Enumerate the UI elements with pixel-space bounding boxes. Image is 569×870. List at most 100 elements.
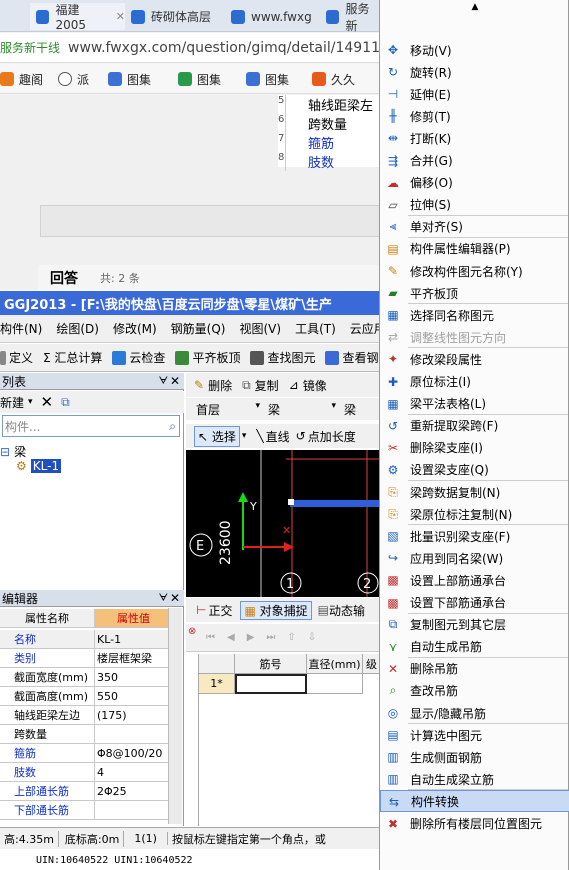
url-text[interactable]: www.fwxgx.com/question/gimq/detail/14911… [68, 40, 417, 56]
summary-calc-button[interactable]: Σ 汇总计算 [43, 349, 102, 366]
property-value[interactable]: 4 [95, 763, 170, 781]
menu-view[interactable]: 视图(V) [239, 320, 281, 337]
property-value[interactable]: (175) [95, 706, 170, 724]
tree-node-kl1[interactable]: ⚙ KL-1 [16, 459, 62, 473]
close-icon[interactable]: ✕ [116, 10, 125, 23]
copy-button[interactable]: 复制 [255, 377, 279, 394]
component-search-input[interactable]: 构件... ⌕ [2, 415, 180, 437]
property-scrollbar[interactable] [168, 608, 182, 824]
close-icon[interactable]: ✕ [170, 591, 180, 605]
pin-icon[interactable]: ᗄ [159, 376, 168, 387]
tree-node-beam[interactable]: ⊟ 梁 [0, 443, 26, 460]
menu-item[interactable]: ⎘ 梁跨数据复制(N) [380, 481, 569, 503]
cloud-check-button[interactable]: 云检查 [112, 349, 165, 366]
delete-icon[interactable]: ✕ [41, 393, 54, 411]
navigation-icon[interactable]: ⏮◀▶⏭⇧⇩ [206, 632, 328, 643]
dynamic-input-toggle[interactable]: 动态输 [329, 602, 365, 619]
menu-item[interactable]: ⇶ 合并(G) [380, 150, 569, 172]
chevron-down-icon[interactable]: ▾ [242, 431, 247, 441]
bookmark-item[interactable]: 久久 [312, 70, 355, 88]
menu-item[interactable]: ✥ 移动(V) [380, 39, 569, 61]
type-select[interactable]: 梁 ▾ [268, 401, 336, 418]
menu-item[interactable]: ▧ 批量识别梁支座(F) [380, 525, 569, 547]
property-value[interactable]: KL-1 [95, 630, 170, 648]
menu-item[interactable]: ⫷ 单对齐(S) [380, 216, 569, 238]
menu-item[interactable]: ⋎ 自动生成吊筋 [380, 636, 569, 658]
menu-item[interactable]: ▰ 平齐板顶 [380, 282, 569, 304]
browser-tab[interactable]: 服务新 [320, 2, 380, 33]
bookmark-item[interactable]: 图集 [246, 70, 289, 88]
menu-modify[interactable]: 修改(M) [113, 320, 157, 337]
menu-item[interactable]: ✕ 删除吊筋 [380, 658, 569, 680]
bookmark-item[interactable]: 趣阁 [0, 70, 43, 88]
mirror-button[interactable]: 镜像 [303, 377, 327, 394]
menu-tools[interactable]: 工具(T) [295, 320, 336, 337]
table-row[interactable]: 类别 楼层框架梁 [0, 649, 170, 668]
define-button[interactable]: 定义 [0, 349, 33, 366]
table-row[interactable]: 下部通长筋 [0, 801, 170, 820]
menu-item[interactable]: ⎘ 梁原位标注复制(N) [380, 503, 569, 525]
browser-tab[interactable]: 砖砌体高层 [125, 3, 225, 30]
menu-rebar[interactable]: 钢筋量(Q) [171, 320, 226, 337]
menu-item[interactable]: ▥ 生成侧面钢筋 [380, 746, 569, 768]
delete-button[interactable]: 删除 [208, 377, 232, 394]
table-row[interactable]: 跨数量 [0, 725, 170, 744]
browser-tab[interactable]: 福建2005 ✕ [30, 3, 125, 32]
select-button[interactable]: ↖ 选择 [194, 425, 240, 447]
property-value[interactable] [95, 725, 170, 743]
menu-item[interactable]: ☁ 偏移(O) [380, 172, 569, 194]
menu-item[interactable]: ⚙ 设置梁支座(Q) [380, 459, 569, 481]
flush-slab-button[interactable]: 平齐板顶 [175, 349, 240, 366]
property-value[interactable]: 550 [95, 687, 170, 705]
browser-tab[interactable]: www.fwxg [225, 3, 320, 30]
orthogonal-toggle[interactable]: 正交 [208, 602, 232, 619]
menu-item[interactable]: ↪ 应用到同名梁(W) [380, 547, 569, 569]
bookmark-item[interactable]: 派 [58, 70, 89, 88]
menu-component[interactable]: 构件(N) [0, 320, 42, 337]
pin-icon[interactable]: ᗄ [159, 593, 168, 604]
table-row[interactable]: 截面高度(mm) 550 [0, 687, 170, 706]
menu-item[interactable]: ✖ 删除所有楼层同位置图元 [380, 813, 569, 835]
property-value[interactable] [95, 801, 170, 819]
chevron-down-icon[interactable]: ▾ [28, 397, 33, 407]
grid-cell[interactable] [235, 674, 307, 694]
menu-item[interactable]: ⇆ 构件转换 [380, 790, 569, 813]
point-length-button[interactable]: 点加长度 [308, 428, 356, 445]
grid-cell[interactable] [307, 674, 363, 694]
property-value[interactable]: 楼层框架梁 [95, 649, 170, 667]
menu-item[interactable]: ▤ 构件属性编辑器(P) [380, 238, 569, 260]
menu-item[interactable]: ▤ 计算选中图元 [380, 724, 569, 746]
menu-item[interactable]: ⌕ 查改吊筋 [380, 680, 569, 702]
view-rebar-button[interactable]: 查看钢 [325, 349, 378, 366]
drawing-canvas[interactable]: Y ✕ E 23600 1 2 [186, 450, 380, 597]
table-row[interactable]: 名称 KL-1 [0, 630, 170, 649]
menu-item[interactable]: ▥ 自动生成梁立筋 [380, 768, 569, 790]
object-snap-toggle[interactable]: ▦ 对象捕捉 [240, 600, 312, 620]
table-row[interactable]: 上部通长筋 2Φ25 [0, 782, 170, 801]
menu-item[interactable]: ↺ 重新提取梁跨(F) [380, 415, 569, 437]
property-value[interactable]: Φ8@100/20 [95, 744, 170, 762]
scroll-up-icon[interactable]: ▲ [380, 2, 569, 12]
row-header[interactable]: 1* [199, 674, 235, 694]
menu-item[interactable]: ▱ 拉伸(S) [380, 194, 569, 216]
table-row[interactable]: 肢数 4 [0, 763, 170, 782]
menu-item[interactable]: ↻ 旋转(R) [380, 61, 569, 83]
menu-item[interactable]: ✂ 删除梁支座(I) [380, 437, 569, 459]
menu-item[interactable]: ▩ 设置上部筋通承台 [380, 569, 569, 591]
copy-icon[interactable]: ⧉ [61, 395, 70, 410]
find-element-button[interactable]: 查找图元 [250, 349, 315, 366]
line-button[interactable]: 直线 [266, 428, 290, 445]
menu-item[interactable]: ✦ 修改梁段属性 [380, 348, 569, 370]
close-icon[interactable]: ✕ [170, 374, 180, 388]
menu-item[interactable]: ✚ 原位标注(I) [380, 371, 569, 393]
table-row[interactable]: 轴线距梁左边 (175) [0, 706, 170, 725]
menu-item[interactable]: ▩ 设置下部筋通承台 [380, 592, 569, 614]
bookmark-item[interactable]: 图集 [108, 70, 151, 88]
menu-draw[interactable]: 绘图(D) [56, 320, 99, 337]
menu-item[interactable]: ✎ 修改构件图元名称(Y) [380, 260, 569, 282]
table-row[interactable]: 截面宽度(mm) 350 [0, 668, 170, 687]
menu-item[interactable]: ╫ 修剪(T) [380, 105, 569, 127]
menu-item[interactable]: ◎ 显示/隐藏吊筋 [380, 702, 569, 724]
component-select[interactable]: 梁 [344, 401, 356, 418]
property-value[interactable]: 2Φ25 [95, 782, 170, 800]
